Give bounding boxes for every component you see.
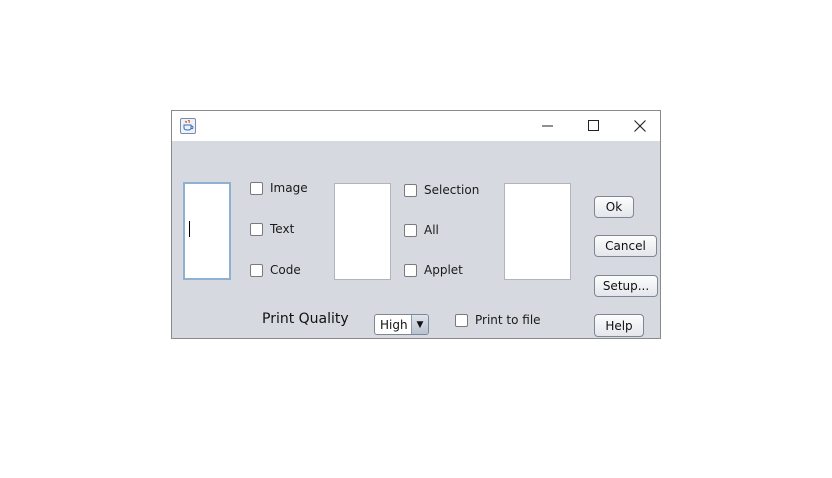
maximize-icon (588, 120, 599, 131)
checkbox-box[interactable] (250, 263, 263, 277)
checkbox-box[interactable] (250, 181, 263, 195)
minimize-button[interactable] (524, 111, 570, 141)
checkbox-box[interactable] (404, 183, 417, 197)
setup-button[interactable]: Setup... (594, 275, 658, 297)
title-bar[interactable] (172, 111, 660, 141)
print-to-file-label: Print to file (475, 313, 541, 327)
cancel-button[interactable]: Cancel (594, 235, 657, 257)
text-area-middle[interactable] (334, 183, 391, 280)
image-checkbox[interactable]: Image (250, 179, 308, 197)
image-checkbox-label: Image (270, 181, 308, 195)
selection-checkbox[interactable]: Selection (404, 181, 479, 199)
text-checkbox[interactable]: Text (250, 220, 294, 238)
print-quality-select[interactable]: High ▼ (374, 314, 429, 335)
dropdown-arrow-icon[interactable]: ▼ (411, 315, 428, 334)
dialog-content: Image Text Code Selection All Applet Ok … (172, 141, 660, 338)
print-quality-label: Print Quality (262, 311, 349, 327)
text-area-right[interactable] (504, 183, 571, 280)
minimize-icon (542, 125, 553, 127)
print-to-file-checkbox[interactable]: Print to file (455, 311, 541, 329)
text-caret (189, 221, 190, 237)
maximize-button[interactable] (570, 111, 616, 141)
close-icon (634, 120, 646, 132)
close-button[interactable] (616, 111, 662, 141)
all-checkbox[interactable]: All (404, 221, 439, 239)
print-quality-value: High (380, 318, 408, 332)
java-coffee-cup-icon (180, 118, 196, 134)
help-button[interactable]: Help (594, 314, 644, 337)
applet-checkbox[interactable]: Applet (404, 261, 463, 279)
checkbox-box[interactable] (250, 222, 263, 236)
code-checkbox[interactable]: Code (250, 261, 301, 279)
text-area-left[interactable] (183, 182, 231, 280)
ok-button[interactable]: Ok (594, 196, 634, 218)
applet-checkbox-label: Applet (424, 263, 463, 277)
code-checkbox-label: Code (270, 263, 301, 277)
checkbox-box[interactable] (455, 313, 468, 327)
checkbox-box[interactable] (404, 223, 417, 237)
selection-checkbox-label: Selection (424, 183, 480, 197)
print-dialog-window: Image Text Code Selection All Applet Ok … (171, 110, 661, 339)
text-checkbox-label: Text (270, 222, 295, 236)
checkbox-box[interactable] (404, 263, 417, 277)
all-checkbox-label: All (424, 223, 439, 237)
